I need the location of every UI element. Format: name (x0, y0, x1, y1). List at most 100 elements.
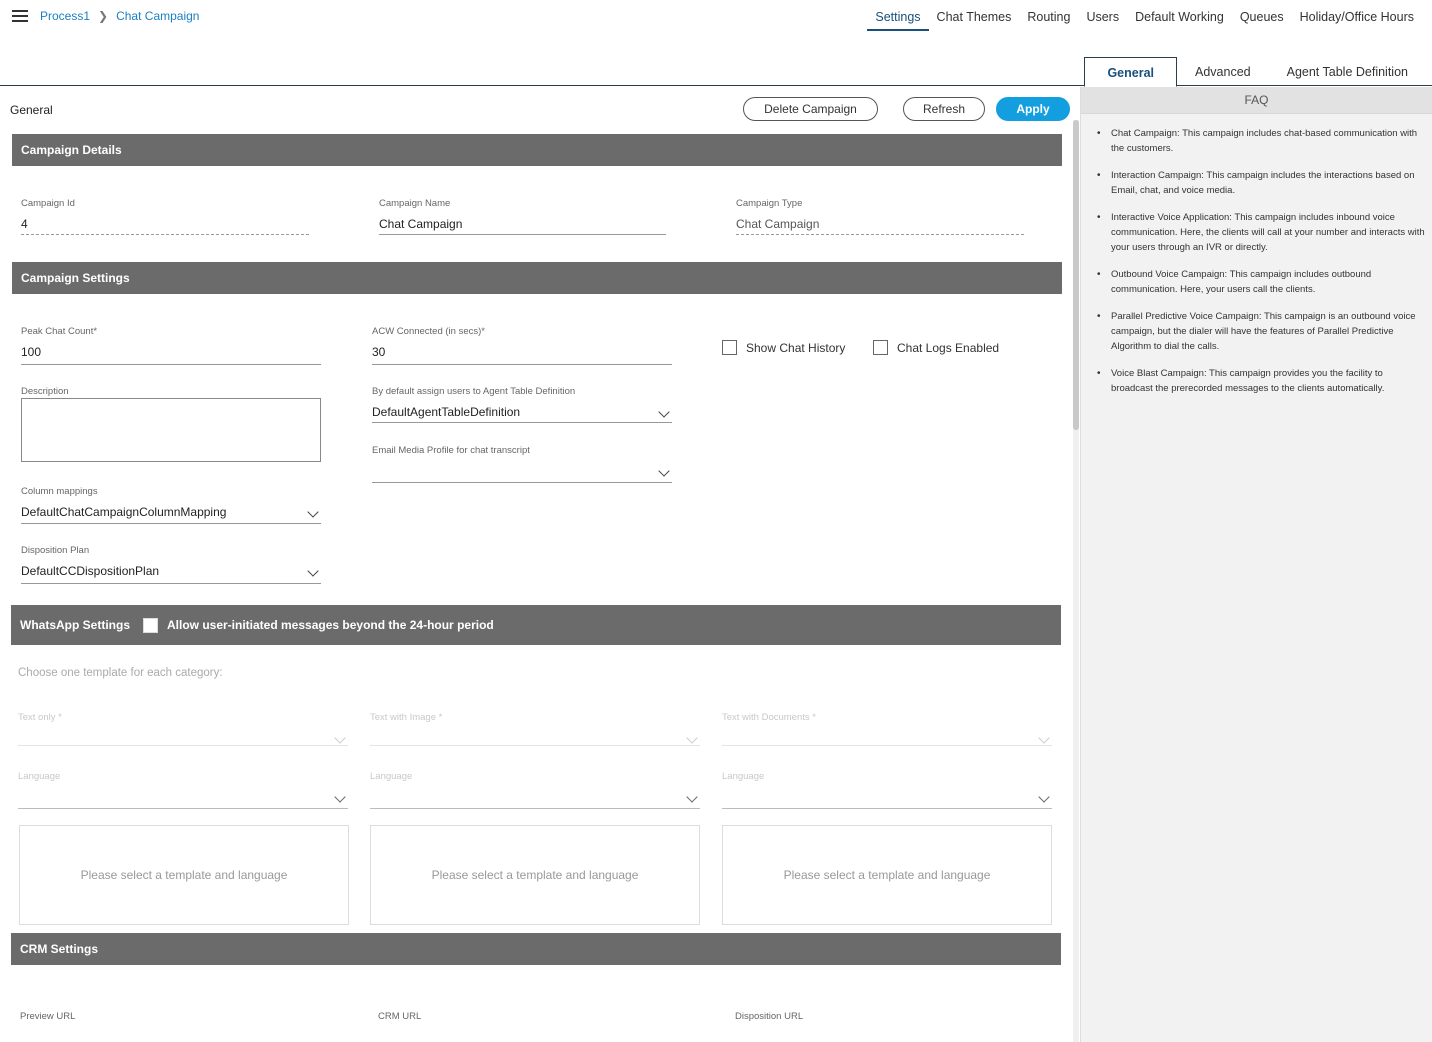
campaign-name-input[interactable]: Chat Campaign (379, 217, 666, 235)
field-label: ACW Connected (in secs)* (372, 326, 485, 337)
main-panel: General Delete Campaign Refresh Apply Ca… (0, 87, 1075, 1042)
campaign-settings-header: Campaign Settings (12, 262, 1062, 294)
apply-button[interactable]: Apply (996, 97, 1070, 121)
field-label: Preview URL (20, 1011, 76, 1022)
chevron-down-icon (658, 406, 670, 418)
crm-url-input[interactable] (378, 1030, 665, 1042)
nav-holiday-office-hours[interactable]: Holiday/Office Hours (1292, 10, 1422, 31)
crm-url-field: CRM URL (378, 1011, 665, 1042)
field-label: Text with Image * (370, 712, 443, 723)
nav-default-working[interactable]: Default Working (1127, 10, 1232, 31)
disposition-plan-select[interactable]: DefaultCCDispositionPlan (21, 564, 321, 584)
hamburger-menu-icon[interactable] (12, 10, 28, 22)
scrollbar-thumb[interactable] (1073, 120, 1079, 430)
agent-table-definition-field: By default assign users to Agent Table D… (372, 386, 672, 423)
disposition-url-input[interactable] (735, 1030, 1023, 1042)
field-label: Description (21, 386, 69, 397)
acw-connected-field: ACW Connected (in secs)* 30 (372, 326, 672, 365)
field-label: Email Media Profile for chat transcript (372, 445, 530, 456)
nav-routing[interactable]: Routing (1019, 10, 1078, 31)
chevron-down-icon (334, 732, 346, 744)
chevron-down-icon (686, 732, 698, 744)
column-mappings-field: Column mappings DefaultChatCampaignColum… (21, 486, 321, 524)
campaign-details-header: Campaign Details (12, 134, 1062, 166)
show-chat-history-checkbox[interactable]: Show Chat History (722, 340, 845, 355)
disposition-plan-field: Disposition Plan DefaultCCDispositionPla… (21, 545, 321, 584)
breadcrumb-process[interactable]: Process1 (40, 9, 90, 23)
text-with-documents-select[interactable] (722, 731, 1052, 746)
nav-users[interactable]: Users (1078, 10, 1127, 31)
template-placeholder: Please select a template and language (80, 868, 288, 882)
checkbox-box[interactable] (873, 340, 888, 355)
delete-campaign-button[interactable]: Delete Campaign (743, 97, 878, 121)
tab-general[interactable]: General (1084, 57, 1177, 87)
campaign-type-value: Chat Campaign (736, 217, 1024, 235)
text-only-field: Text only * (18, 712, 348, 746)
peak-chat-count-field: Peak Chat Count* 100 (21, 326, 321, 365)
language-select-1[interactable] (18, 790, 348, 809)
top-bar: Process1 ❯ Chat Campaign Settings Chat T… (0, 0, 1432, 87)
select-value: DefaultAgentTableDefinition (372, 405, 521, 419)
nav-settings[interactable]: Settings (867, 10, 929, 31)
allow-user-initiated-checkbox[interactable] (143, 617, 158, 633)
section-title: Campaign Details (21, 143, 122, 157)
template-preview-text-documents: Please select a template and language (722, 825, 1052, 925)
acw-connected-input[interactable]: 30 (372, 345, 672, 365)
campaign-name-field: Campaign Name Chat Campaign (379, 198, 666, 235)
description-textarea[interactable] (21, 398, 321, 462)
main-scrollbar[interactable] (1073, 120, 1079, 1042)
breadcrumb: Process1 ❯ Chat Campaign (40, 9, 199, 23)
faq-item: Interaction Campaign: This campaign incl… (1097, 168, 1426, 198)
faq-item: Interactive Voice Application: This camp… (1097, 210, 1426, 255)
section-title: CRM Settings (20, 942, 98, 956)
language-select-2[interactable] (370, 790, 700, 809)
agent-table-definition-select[interactable]: DefaultAgentTableDefinition (372, 405, 672, 423)
chevron-down-icon (1038, 791, 1050, 803)
whatsapp-settings-header: WhatsApp Settings Allow user-initiated m… (11, 605, 1061, 645)
select-value: DefaultChatCampaignColumnMapping (21, 505, 227, 519)
chat-logs-enabled-checkbox[interactable]: Chat Logs Enabled (873, 340, 999, 355)
campaign-type-field: Campaign Type Chat Campaign (736, 198, 1024, 235)
sub-tabs: General Advanced Agent Table Definition (1084, 57, 1426, 87)
text-with-image-field: Text with Image * (370, 712, 700, 746)
field-label: By default assign users to Agent Table D… (372, 386, 576, 397)
top-nav: Settings Chat Themes Routing Users Defau… (867, 10, 1422, 31)
crm-settings-header: CRM Settings (11, 933, 1061, 965)
field-label: Disposition Plan (21, 545, 90, 556)
chevron-down-icon (686, 791, 698, 803)
template-placeholder: Please select a template and language (431, 868, 639, 882)
field-label: Campaign Name (379, 198, 451, 209)
refresh-button[interactable]: Refresh (903, 97, 985, 121)
chevron-down-icon (1038, 732, 1050, 744)
breadcrumb-current[interactable]: Chat Campaign (116, 9, 199, 23)
text-only-select[interactable] (18, 731, 348, 746)
chevron-right-icon: ❯ (98, 9, 109, 23)
checkbox-box[interactable] (722, 340, 737, 355)
language-field-2: Language (370, 771, 700, 809)
nav-queues[interactable]: Queues (1232, 10, 1292, 31)
field-label: Text with Documents * (722, 712, 816, 723)
checkbox-label: Chat Logs Enabled (897, 340, 1000, 355)
tab-advanced[interactable]: Advanced (1177, 57, 1269, 87)
nav-chat-themes[interactable]: Chat Themes (929, 10, 1020, 31)
peak-chat-count-input[interactable]: 100 (21, 345, 321, 365)
template-hint: Choose one template for each category: (18, 667, 223, 679)
text-with-image-select[interactable] (370, 731, 700, 746)
field-label: Column mappings (21, 486, 98, 497)
language-field-1: Language (18, 771, 348, 809)
allow-user-initiated-label: Allow user-initiated messages beyond the… (167, 618, 494, 632)
field-label: Campaign Id (21, 198, 75, 209)
disposition-url-field: Disposition URL (735, 1011, 1023, 1042)
email-media-profile-select[interactable] (372, 464, 672, 483)
email-media-profile-field: Email Media Profile for chat transcript (372, 445, 672, 483)
column-mappings-select[interactable]: DefaultChatCampaignColumnMapping (21, 505, 321, 524)
preview-url-input[interactable] (20, 1030, 308, 1042)
faq-item: Outbound Voice Campaign: This campaign i… (1097, 267, 1426, 297)
chevron-down-icon (658, 465, 670, 477)
select-value: DefaultCCDispositionPlan (21, 564, 160, 578)
tab-agent-table-definition[interactable]: Agent Table Definition (1269, 57, 1426, 87)
field-label: Language (18, 771, 61, 782)
language-select-3[interactable] (722, 790, 1052, 809)
field-label: CRM URL (378, 1011, 422, 1022)
faq-item: Parallel Predictive Voice Campaign: This… (1097, 309, 1426, 354)
